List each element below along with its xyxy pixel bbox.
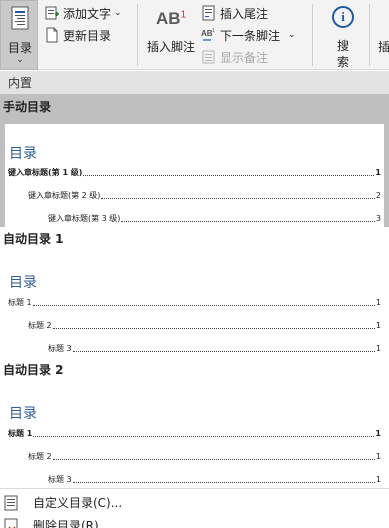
custom-toc-label: 自定义目录(C)...	[33, 496, 123, 510]
insert-endnote-label: 插入尾注	[220, 6, 269, 21]
toc-line-text: 标题 2	[28, 321, 52, 330]
preview-title: 目录	[9, 146, 37, 162]
toc-line-text: 标题 3	[48, 344, 72, 353]
leader-dots	[101, 198, 375, 199]
toc-line-text: 标题 2	[28, 452, 52, 461]
chevron-down-icon: ⌄	[288, 30, 296, 40]
gallery-item-title: 手动目录	[3, 100, 52, 114]
table-of-contents-button[interactable]: 目录 ⌄	[0, 0, 38, 70]
toc-preview: 目录 键入章标题(第 1 级) 1 键入章标题(第 2 级) 2 键入章标题(第 3…	[5, 124, 384, 227]
toc-line-page: 1	[375, 475, 381, 484]
gallery-item-auto-toc-2[interactable]: 自动目录 2 目录 标题 1 1 标题 2 1 标题 3 1	[0, 358, 389, 488]
remove-toc-menu-item[interactable]: 删除目录(R)	[0, 514, 389, 528]
toc-preview-line: 键入章标题(第 3 级) 3	[48, 212, 381, 226]
toc-line-page: 1	[375, 452, 381, 461]
leader-dots	[72, 482, 375, 483]
search-label: 搜索	[320, 38, 366, 70]
toc-button-label: 目录	[7, 41, 32, 55]
gallery-item-title: 自动目录 2	[3, 363, 64, 377]
update-toc-button[interactable]: 更新目录	[44, 25, 111, 45]
toc-preview-line: 键入章标题(第 2 级) 2	[28, 189, 381, 203]
toc-line-text: 键入章标题(第 1 级)	[8, 168, 83, 177]
show-notes-button[interactable]: 显示备注	[201, 47, 268, 67]
ribbon-separator	[312, 4, 313, 66]
section-builtin-header: 内置	[0, 71, 389, 95]
remove-toc-label: 删除目录(R)	[33, 519, 99, 528]
svg-text:1: 1	[212, 28, 215, 34]
toc-line-text: 键入章标题(第 3 级)	[48, 214, 121, 223]
leader-dots	[121, 221, 375, 222]
custom-toc-icon	[4, 495, 18, 511]
leader-dots	[33, 436, 375, 437]
toc-preview-line: 标题 1 1	[8, 296, 381, 310]
remove-toc-icon	[4, 518, 18, 528]
toc-line-page: 1	[375, 321, 381, 330]
preview-title: 目录	[9, 406, 37, 422]
gallery-item-auto-toc-1[interactable]: 自动目录 1 目录 标题 1 1 标题 2 1 标题 3 1	[0, 227, 389, 357]
svg-text:AB: AB	[201, 29, 213, 38]
toc-preview-line: 键入章标题(第 1 级) 1	[8, 166, 381, 180]
leader-dots	[52, 328, 375, 329]
update-toc-label: 更新目录	[63, 28, 112, 43]
update-toc-icon	[46, 27, 58, 43]
show-notes-label: 显示备注	[220, 50, 269, 65]
toc-line-page: 3	[375, 214, 381, 223]
custom-toc-menu-item[interactable]: 自定义目录(C)...	[0, 491, 389, 515]
table-of-contents-icon	[11, 6, 29, 30]
references-ribbon: 目录 ⌄ 添加文字 ⌄ 更新目录 AB1 插入脚注 插入尾注 AB 1 下一条脚…	[0, 0, 389, 70]
add-text-icon	[45, 6, 59, 20]
search-label-text: 搜索	[336, 39, 349, 69]
menu-separator	[0, 488, 389, 489]
toc-preview-line: 标题 3 1	[48, 473, 381, 487]
footnote-ab-icon: AB1	[156, 9, 187, 28]
leader-dots	[32, 305, 375, 306]
toc-preview-line: 标题 2 1	[28, 450, 381, 464]
toc-preview-line: 标题 3 1	[48, 342, 381, 356]
next-footnote-icon: AB 1	[201, 28, 215, 41]
show-notes-icon	[202, 50, 215, 64]
toc-line-page: 1	[375, 298, 381, 307]
chevron-down-icon: ⌄	[16, 55, 24, 65]
toc-line-text: 键入章标题(第 2 级)	[28, 191, 101, 200]
next-group-label[interactable]: 插	[378, 38, 389, 55]
next-footnote-button[interactable]: AB 1 下一条脚注 ⌄	[201, 25, 296, 45]
leader-dots	[83, 175, 375, 176]
toc-gallery: 内置 手动目录 目录 键入章标题(第 1 级) 1 键入章标题(第 2 级) 2 键…	[0, 71, 389, 488]
gallery-item-manual-toc[interactable]: 手动目录 目录 键入章标题(第 1 级) 1 键入章标题(第 2 级) 2 键入章标…	[0, 94, 389, 227]
info-search-icon: i	[332, 6, 354, 28]
insert-endnote-button[interactable]: 插入尾注	[201, 3, 268, 23]
toc-line-page: 2	[375, 191, 381, 200]
leader-dots	[72, 351, 375, 352]
insert-footnote-label: 插入脚注	[146, 40, 195, 54]
ribbon-separator	[369, 4, 370, 66]
toc-line-text: 标题 3	[48, 475, 72, 484]
add-text-button[interactable]: 添加文字 ⌄	[44, 3, 122, 23]
preview-title: 目录	[9, 275, 37, 291]
toc-preview-line: 标题 2 1	[28, 319, 381, 333]
insert-footnote-button[interactable]: AB1 插入脚注	[140, 0, 202, 70]
next-footnote-label: 下一条脚注	[220, 28, 281, 43]
toc-line-page: 1	[375, 344, 381, 353]
toc-line-text: 标题 1	[8, 298, 32, 307]
add-text-label: 添加文字	[63, 6, 112, 21]
footnote-superscript: 1	[180, 9, 187, 21]
toc-line-page: 1	[375, 429, 381, 438]
ribbon-separator	[137, 4, 138, 66]
leader-dots	[52, 459, 375, 460]
chevron-down-icon: ⌄	[114, 8, 122, 18]
toc-preview-line: 标题 1 1	[8, 427, 381, 441]
search-button[interactable]: i 搜索	[320, 0, 366, 70]
toc-line-page: 1	[375, 168, 381, 177]
gallery-item-title: 自动目录 1	[3, 232, 64, 246]
toc-line-text: 标题 1	[8, 429, 33, 438]
insert-endnote-icon	[202, 5, 215, 21]
